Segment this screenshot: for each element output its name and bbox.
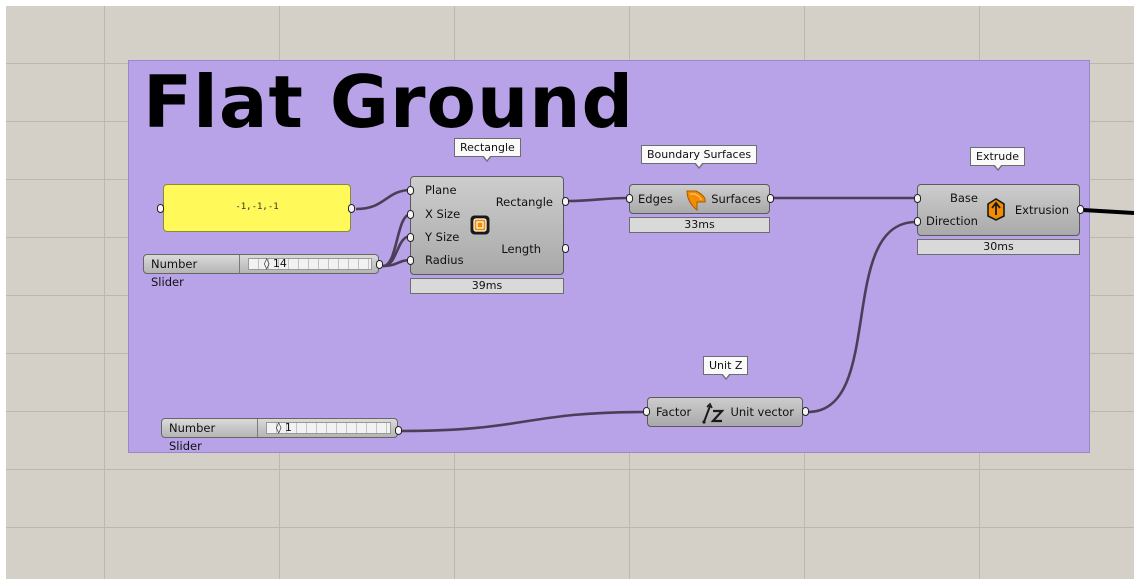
rectangle-component[interactable]: Plane X Size Y Size Radius Rectangle Len… bbox=[410, 176, 564, 275]
extrude-component[interactable]: Base Direction Extrusion bbox=[917, 184, 1080, 236]
panel-input-port[interactable] bbox=[157, 204, 164, 213]
boundary-timing: 33ms bbox=[629, 217, 770, 233]
rectangle-port-plane[interactable] bbox=[407, 186, 414, 195]
wire-rectangle-edges bbox=[566, 196, 629, 203]
wire-slider-factor bbox=[400, 410, 644, 433]
unit-z-icon bbox=[702, 402, 725, 424]
unit-z-component[interactable]: Factor Unit vector bbox=[647, 397, 803, 427]
input-base: Base bbox=[950, 191, 979, 205]
slider-value: ◊ 14 bbox=[264, 257, 287, 270]
grasshopper-canvas[interactable]: Flat Ground -1,-1,-1 Number Slider ◊ 14 … bbox=[6, 6, 1134, 579]
input-y-size: Y Size bbox=[425, 230, 460, 244]
unitz-port-unit-vector[interactable] bbox=[802, 407, 809, 416]
extrude-port-base[interactable] bbox=[914, 194, 921, 203]
rectangle-port-out-length[interactable] bbox=[562, 244, 569, 253]
rectangle-timing: 39ms bbox=[410, 278, 564, 294]
extrude-port-direction[interactable] bbox=[914, 217, 921, 226]
extrude-timing: 30ms bbox=[917, 239, 1080, 255]
boundary-port-edges[interactable] bbox=[626, 194, 633, 203]
rectangle-port-ysize[interactable] bbox=[407, 233, 414, 242]
panel-output-port[interactable] bbox=[348, 204, 355, 213]
wire-unitvector-direction bbox=[807, 220, 917, 414]
boundary-surfaces-component[interactable]: Edges Surfaces bbox=[629, 184, 770, 214]
number-slider-1[interactable]: Number Slider ◊ 14 bbox=[143, 254, 379, 289]
extrude-port-extrusion[interactable] bbox=[1077, 205, 1084, 214]
unitz-tag: Unit Z bbox=[703, 356, 749, 380]
boundary-port-surfaces[interactable] bbox=[767, 194, 774, 203]
input-factor: Factor bbox=[656, 405, 692, 419]
number-slider-2[interactable]: Number Slider ◊ 1 bbox=[161, 418, 398, 453]
input-plane: Plane bbox=[425, 183, 457, 197]
output-surfaces: Surfaces bbox=[711, 192, 761, 206]
rectangle-icon bbox=[470, 215, 490, 235]
slider-name: Number Slider bbox=[144, 255, 240, 289]
slider-1-output-port[interactable] bbox=[376, 260, 383, 269]
boundary-tag: Boundary Surfaces bbox=[641, 145, 758, 169]
extrude-tag: Extrude bbox=[970, 147, 1026, 171]
output-extrusion: Extrusion bbox=[1014, 203, 1069, 217]
wires-layer bbox=[355, 188, 1134, 433]
rectangle-port-xsize[interactable] bbox=[407, 210, 414, 219]
input-radius: Radius bbox=[425, 253, 464, 267]
unitz-port-factor[interactable] bbox=[643, 407, 650, 416]
boundary-surfaces-icon bbox=[686, 190, 706, 212]
panel-vector[interactable]: -1,-1,-1 bbox=[163, 184, 351, 232]
input-direction: Direction bbox=[926, 214, 978, 228]
rectangle-port-radius[interactable] bbox=[407, 256, 414, 265]
output-unit-vector: Unit vector bbox=[730, 405, 794, 419]
input-x-size: X Size bbox=[425, 207, 461, 221]
wire-extrusion-out bbox=[1082, 208, 1134, 215]
input-edges: Edges bbox=[638, 192, 673, 206]
output-length: Length bbox=[501, 242, 541, 256]
wire-panel-plane bbox=[355, 188, 412, 211]
extrude-icon bbox=[987, 198, 1005, 221]
rectangle-port-out-rectangle[interactable] bbox=[562, 197, 569, 206]
slider-2-output-port[interactable] bbox=[395, 426, 402, 435]
slider-name: Number Slider bbox=[162, 419, 258, 453]
output-rectangle: Rectangle bbox=[495, 195, 553, 209]
rectangle-tag: Rectangle bbox=[454, 138, 521, 162]
panel-text: -1,-1,-1 bbox=[235, 202, 279, 212]
slider-value: ◊ 1 bbox=[276, 421, 292, 434]
